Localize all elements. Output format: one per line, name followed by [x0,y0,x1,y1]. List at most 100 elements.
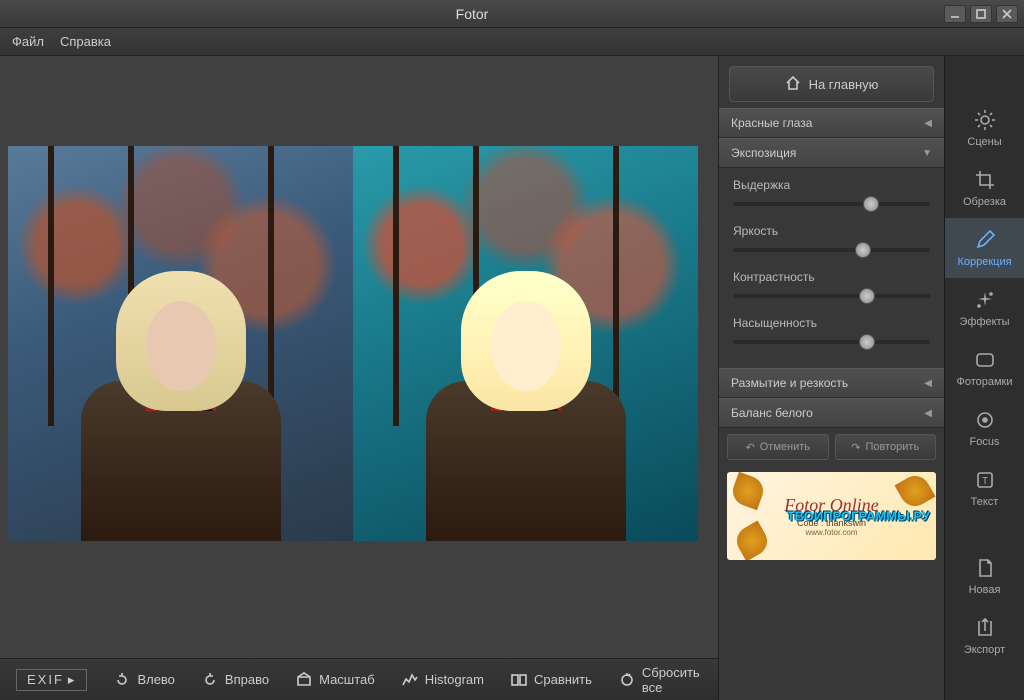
home-label: На главную [809,77,879,92]
redo-button[interactable]: ↷ Повторить [835,434,937,460]
section-blur-sharp[interactable]: Размытие и резкость ◀ [719,368,944,398]
rotate-left-label: Влево [137,672,174,687]
histogram-icon [401,671,419,689]
tool-effects[interactable]: Эффекты [945,278,1024,338]
slider-contrast[interactable] [733,294,930,298]
compare-button[interactable]: Сравнить [510,671,592,689]
image-original [8,146,353,541]
redo-label: Повторить [866,441,920,453]
tool-frames-label: Фоторамки [956,376,1012,388]
section-white-balance[interactable]: Баланс белого ◀ [719,398,944,428]
slider-saturation-knob[interactable] [859,334,875,350]
menu-help[interactable]: Справка [60,34,111,49]
tool-focus[interactable]: Focus [945,398,1024,458]
close-button[interactable] [996,5,1018,23]
tool-text-label: Текст [971,496,999,508]
menu-bar: Файл Справка [0,28,1024,56]
image-compare[interactable] [8,146,698,541]
section-red-eye[interactable]: Красные глаза ◀ [719,108,944,138]
section-red-eye-label: Красные глаза [731,116,812,130]
slider-exposure-label: Выдержка [733,178,930,192]
chevron-right-icon: ▸ [68,672,77,688]
home-button[interactable]: На главную [729,66,934,102]
exposure-sliders: Выдержка Яркость Контрастность Насыщенно… [719,168,944,368]
compare-label: Сравнить [534,672,592,687]
tool-scenes[interactable]: Сцены [945,98,1024,158]
slider-brightness-knob[interactable] [855,242,871,258]
tool-text[interactable]: T Текст [945,458,1024,518]
undo-icon: ↶ [746,441,755,454]
tool-frames[interactable]: Фоторамки [945,338,1024,398]
tool-crop[interactable]: Обрезка [945,158,1024,218]
svg-text:T: T [981,476,987,487]
frame-icon [973,348,997,372]
export-icon [973,616,997,640]
zoom-icon [295,671,313,689]
sparkle-icon [973,288,997,312]
slider-brightness[interactable] [733,248,930,252]
collapse-left-icon: ◀ [924,378,932,389]
slider-saturation-label: Насыщенность [733,316,930,330]
tool-effects-label: Эффекты [959,316,1009,328]
zoom-button[interactable]: Масштаб [295,671,375,689]
tool-crop-label: Обрезка [963,196,1006,208]
sun-icon [973,108,997,132]
section-white-balance-label: Баланс белого [731,406,813,420]
promo-banner[interactable]: Fotor Online Code : thankswin www.fotor.… [727,472,936,560]
reset-icon [618,671,636,689]
text-icon: T [973,468,997,492]
adjust-panel: На главную Красные глаза ◀ Экспозиция ▼ … [718,56,944,700]
tool-adjust[interactable]: Коррекция [945,218,1024,278]
slider-exposure[interactable] [733,202,930,206]
slider-brightness-label: Яркость [733,224,930,238]
collapse-left-icon: ◀ [924,408,932,419]
crop-icon [973,168,997,192]
collapse-left-icon: ◀ [924,118,932,129]
tool-rail: Сцены Обрезка Коррекция Эффекты Фоторамк… [944,56,1024,700]
image-edited [353,146,698,541]
tool-export-label: Экспорт [964,644,1005,656]
slider-contrast-label: Контрастность [733,270,930,284]
bottom-toolbar: EXIF ▸ Влево Вправо Масштаб Histogram [0,658,718,700]
rotate-left-icon [113,671,131,689]
tool-scenes-label: Сцены [967,136,1001,148]
maximize-button[interactable] [970,5,992,23]
redo-icon: ↷ [851,441,860,454]
section-exposure[interactable]: Экспозиция ▼ [719,138,944,168]
rotate-right-label: Вправо [225,672,269,687]
exif-button[interactable]: EXIF ▸ [16,669,87,691]
undo-label: Отменить [760,441,810,453]
home-icon [785,75,801,94]
section-exposure-label: Экспозиция [731,146,796,160]
reset-label: Сбросить все [642,665,702,695]
rotate-left-button[interactable]: Влево [113,671,174,689]
new-file-icon [973,556,997,580]
minimize-button[interactable] [944,5,966,23]
undo-button[interactable]: ↶ Отменить [727,434,829,460]
window-title: Fotor [0,6,944,22]
slider-exposure-knob[interactable] [863,196,879,212]
tool-new-label: Новая [969,584,1001,596]
focus-icon [973,408,997,432]
tool-focus-label: Focus [970,436,1000,448]
rotate-right-button[interactable]: Вправо [201,671,269,689]
watermark-text: ТВОИПРОГРАММЫ.РУ [787,509,930,524]
reset-button[interactable]: Сбросить все [618,665,702,695]
promo-url: www.fotor.com [805,528,857,537]
histogram-label: Histogram [425,672,484,687]
exif-label: EXIF [27,672,64,687]
section-blur-sharp-label: Размытие и резкость [731,376,848,390]
menu-file[interactable]: Файл [12,34,44,49]
tool-new[interactable]: Новая [945,546,1024,606]
canvas-area: EXIF ▸ Влево Вправо Масштаб Histogram [0,56,718,700]
histogram-button[interactable]: Histogram [401,671,484,689]
tool-export[interactable]: Экспорт [945,606,1024,666]
rotate-right-icon [201,671,219,689]
expand-down-icon: ▼ [922,148,932,159]
slider-contrast-knob[interactable] [859,288,875,304]
tool-adjust-label: Коррекция [957,256,1011,268]
slider-saturation[interactable] [733,340,930,344]
pencil-icon [973,228,997,252]
compare-icon [510,671,528,689]
title-bar: Fotor [0,0,1024,28]
